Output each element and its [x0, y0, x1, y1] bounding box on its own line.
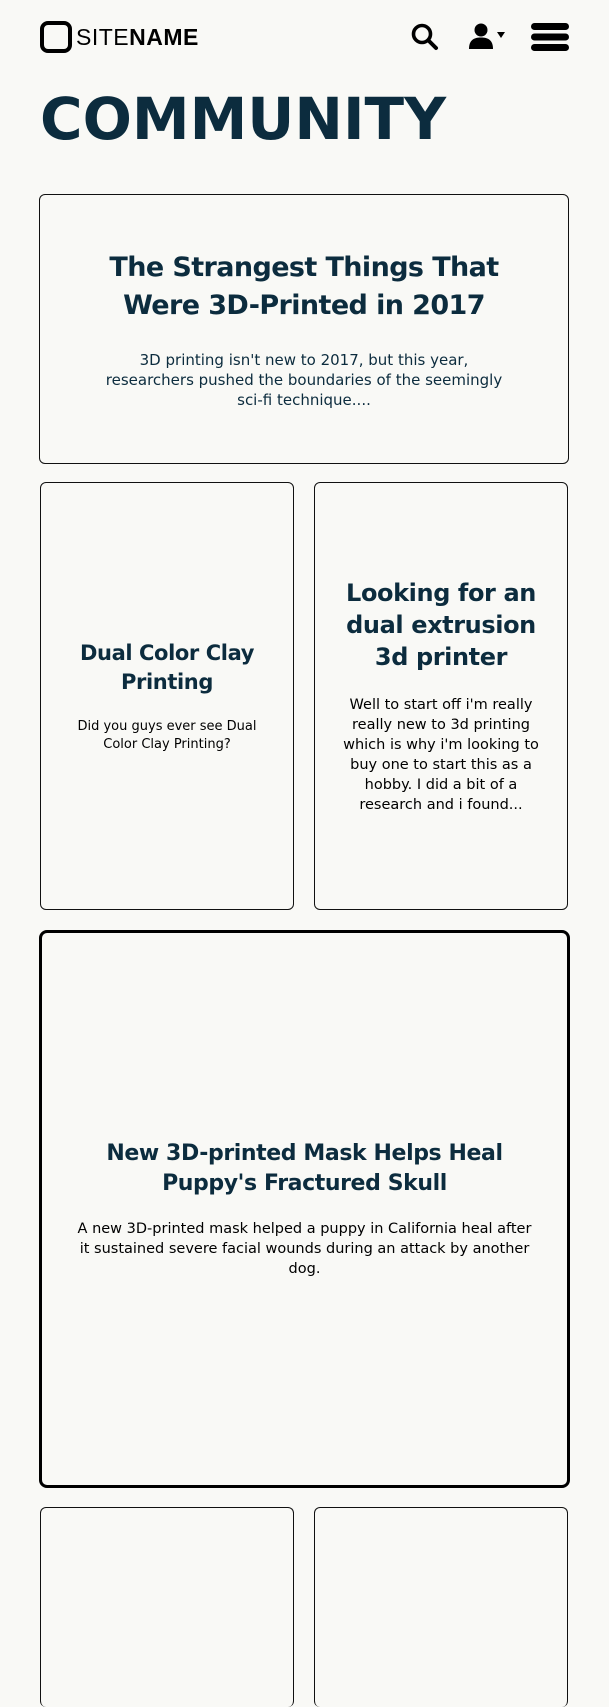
chevron-down-icon [497, 32, 505, 38]
page-title: COMMUNITY [40, 85, 447, 153]
user-icon [469, 23, 493, 49]
site-header: SITENAME [0, 0, 609, 80]
site-logo[interactable]: SITENAME [40, 21, 199, 53]
community-post-card[interactable]: The Strangest Things That Were 3D-Printe… [39, 194, 569, 464]
post-excerpt: Well to start off i'm really really new … [343, 697, 539, 813]
community-post-card[interactable] [40, 1507, 294, 1707]
post-title[interactable]: Looking for an dual extrusion 3d printer [341, 577, 541, 673]
post-title[interactable]: Dual Color Clay Printing [67, 639, 267, 697]
post-title[interactable]: New 3D-printed Mask Helps Heal Puppy's F… [85, 1139, 525, 1199]
menu-button[interactable] [530, 22, 570, 52]
post-title[interactable]: The Strangest Things That Were 3D-Printe… [84, 249, 524, 325]
account-menu-button[interactable] [467, 22, 507, 52]
site-name-bold: NAME [129, 23, 199, 50]
post-excerpt: Did you guys ever see Dual Color Clay Pr… [77, 718, 257, 752]
search-icon [411, 23, 438, 50]
site-name: SITENAME [76, 23, 199, 50]
menu-icon [531, 23, 569, 51]
search-button[interactable] [410, 22, 440, 52]
site-name-light: SITE [76, 23, 130, 50]
featured-post-card[interactable]: New 3D-printed Mask Helps Heal Puppy's F… [39, 930, 570, 1488]
community-post-card[interactable] [314, 1507, 568, 1707]
post-excerpt: 3D printing isn't new to 2017, but this … [105, 350, 503, 409]
community-post-card[interactable]: Looking for an dual extrusion 3d printer… [314, 482, 568, 910]
logo-square-icon [40, 21, 72, 53]
post-excerpt: A new 3D-printed mask helped a puppy in … [77, 1221, 532, 1277]
community-post-card[interactable]: Dual Color Clay Printing Did you guys ev… [40, 482, 294, 910]
